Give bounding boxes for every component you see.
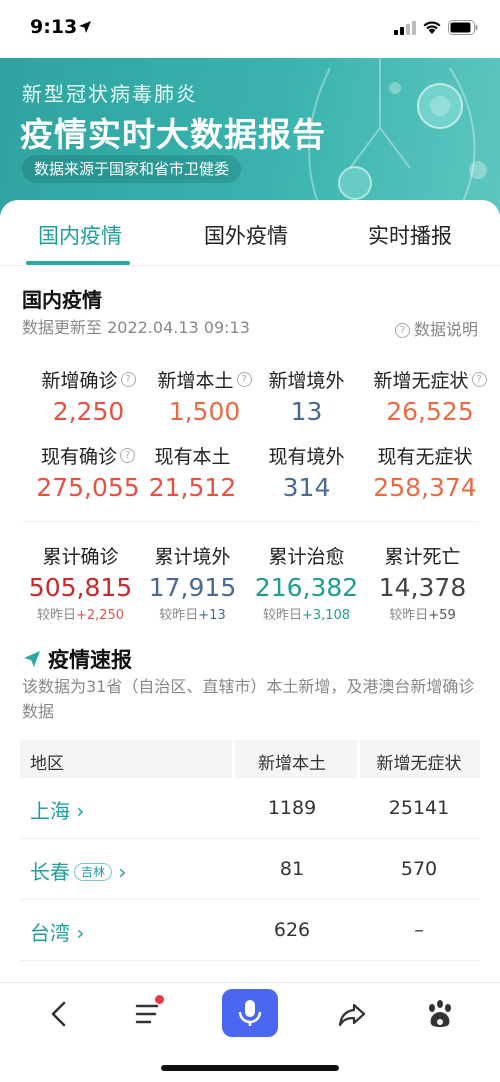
stat-label: 新增本土 [157, 370, 234, 392]
stat-total-cured: 累计治愈 216,382 较昨日+3,108 [244, 542, 369, 623]
stat-value: 21,512 [148, 473, 237, 502]
region-link[interactable]: 台湾 › [30, 917, 84, 946]
question-icon[interactable]: ? [120, 372, 136, 387]
wifi-icon [423, 21, 441, 34]
stat-label: 新增无症状 [373, 370, 469, 392]
microphone-icon [238, 1000, 262, 1026]
stat-value: 505,815 [28, 573, 133, 602]
header-new-asymptomatic: 新增无症状 [376, 754, 462, 774]
table-header: 地区 新增本土 新增无症状 [20, 740, 480, 778]
stat-value: 2,250 [52, 397, 125, 426]
header-new-local: 新增本土 [258, 754, 326, 774]
stat-label: 现有确诊 [40, 446, 117, 468]
news-description: 该数据为31省（自治区、直辖市）本土新增，及港澳台新增确诊数据 [22, 677, 475, 721]
stat-label: 现有本土 [154, 446, 231, 468]
question-icon: ? [394, 323, 410, 338]
stat-label: 累计死亡 [384, 546, 461, 568]
home-indicator [161, 1065, 339, 1071]
stat-value: 13 [290, 397, 323, 426]
stat-current-overseas: 现有境外 314 [244, 442, 369, 502]
update-time: 数据更新至 2022.04.13 09:13 [22, 318, 250, 337]
cell-new-local: 81 [279, 858, 305, 880]
stat-label: 累计治愈 [268, 546, 345, 568]
paper-plane-icon [24, 651, 40, 667]
table-row[interactable]: 上海 › 1189 25141 [20, 778, 480, 839]
table-row[interactable]: 长春 吉林 › 81 570 [20, 839, 480, 900]
location-arrow-icon [79, 21, 91, 33]
news-title: 疫情速报 [48, 648, 132, 672]
baidu-paw-icon[interactable] [420, 997, 460, 1031]
stat-new-overseas: 新增境外 13 [244, 366, 369, 426]
banner-title: 疫情实时大数据报告 [20, 115, 326, 154]
stat-current-asymptomatic: 现有无症状 258,374 [360, 442, 490, 502]
cell-new-asymptomatic: 25141 [388, 797, 450, 819]
stat-total-confirmed: 累计确诊 505,815 较昨日+2,250 [18, 542, 143, 623]
divider [22, 521, 478, 522]
active-tab-indicator [26, 261, 130, 265]
header-region: 地区 [30, 754, 64, 774]
stat-total-deaths: 累计死亡 14,378 较昨日+59 [360, 542, 485, 623]
region-link[interactable]: 长春 吉林 › [30, 856, 126, 885]
stat-current-local: 现有本土 21,512 [130, 442, 255, 502]
notification-dot [155, 995, 164, 1004]
cell-new-asymptomatic: – [414, 919, 424, 941]
region-link[interactable]: 上海 › [30, 795, 84, 824]
main-card: 国内疫情 国外疫情 实时播报 国内疫情 数据更新至 2022.04.13 09:… [0, 200, 500, 990]
stat-value: 216,382 [254, 573, 359, 602]
stat-label: 现有境外 [268, 446, 345, 468]
table-row[interactable]: 台湾 › 626 – [20, 900, 480, 961]
stat-label: 新增境外 [268, 370, 345, 392]
data-explain-label: 数据说明 [413, 320, 478, 339]
tab-foreign[interactable]: 国外疫情 [204, 220, 288, 250]
stat-label: 现有无症状 [377, 446, 473, 468]
share-icon[interactable] [332, 997, 372, 1031]
cell-new-local: 626 [273, 919, 311, 941]
stat-delta: 较昨日+13 [159, 608, 226, 623]
stat-delta: 较昨日+3,108 [262, 608, 351, 623]
stat-value: 14,378 [378, 573, 467, 602]
stat-label: 新增确诊 [41, 370, 118, 392]
back-icon[interactable] [40, 997, 80, 1031]
cell-new-asymptomatic: 570 [400, 858, 438, 880]
regional-table: 地区 新增本土 新增无症状 上海 › 1189 25141 长春 吉林 › 81 … [20, 740, 480, 961]
stat-label: 累计确诊 [42, 546, 119, 568]
data-explain-link[interactable]: ? 数据说明 [394, 316, 478, 340]
status-time: 9:13 [30, 16, 78, 38]
news-heading: 疫情速报 [22, 644, 132, 674]
question-icon[interactable]: ? [471, 372, 487, 387]
stat-value: 258,374 [373, 473, 477, 502]
stat-value: 17,915 [148, 573, 237, 602]
stat-delta: 较昨日+59 [389, 608, 456, 623]
tab-domestic[interactable]: 国内疫情 [38, 220, 122, 250]
stat-value: 314 [282, 473, 331, 502]
tab-live-news[interactable]: 实时播报 [368, 220, 452, 250]
stat-total-overseas: 累计境外 17,915 较昨日+13 [130, 542, 255, 623]
header-banner: 新型冠状病毒肺炎 疫情实时大数据报告 数据来源于国家和省市卫健委 [0, 58, 500, 218]
status-bar: 9:13 [0, 0, 500, 58]
cellular-signal-icon [394, 21, 416, 35]
stat-value: 26,525 [386, 397, 474, 426]
stat-delta: 较昨日+2,250 [36, 608, 125, 623]
cell-new-local: 1189 [267, 797, 317, 819]
province-tag: 吉林 [74, 863, 113, 881]
section-title: 国内疫情 [22, 288, 102, 312]
stat-label: 累计境外 [154, 546, 231, 568]
tab-bar: 国内疫情 国外疫情 实时播报 [0, 200, 500, 266]
banner-subtitle: 新型冠状病毒肺炎 [22, 82, 198, 106]
battery-icon [448, 20, 478, 35]
voice-search-button[interactable] [222, 989, 278, 1037]
data-source-badge: 数据来源于国家和省市卫健委 [22, 155, 242, 183]
stat-new-confirmed: 新增确诊? 2,250 [26, 366, 151, 426]
stat-new-asymptomatic: 新增无症状? 26,525 [362, 366, 498, 426]
